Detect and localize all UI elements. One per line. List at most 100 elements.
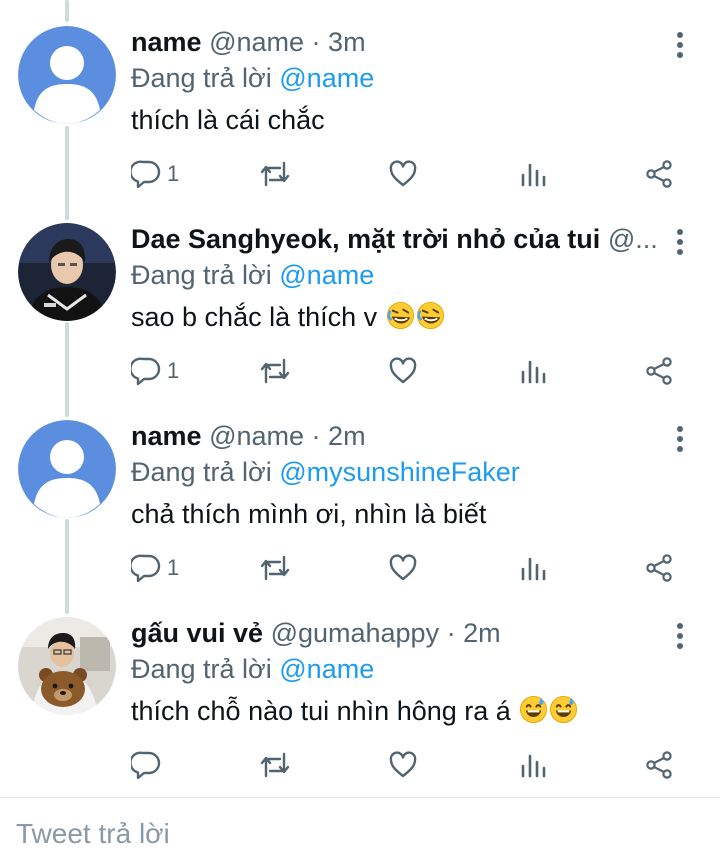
tweet-4[interactable]: gấu vui vẻ @gumahappy · 2m Đang trả lời … (0, 591, 720, 788)
tweet-text-line: sao b chắc là thích v (131, 297, 668, 337)
author-handle[interactable]: @name (209, 27, 304, 57)
share-icon (646, 751, 672, 779)
analytics-button[interactable] (518, 154, 548, 194)
replying-to: Đang trả lời @name (131, 257, 668, 293)
heart-icon (389, 554, 417, 581)
retweet-button[interactable] (258, 154, 292, 194)
more-vertical-icon[interactable] (668, 621, 692, 651)
share-icon (646, 357, 672, 385)
user-photo-icon (18, 617, 116, 715)
analytics-icon (521, 754, 546, 778)
tweet-header: name @name · 2m (131, 416, 668, 456)
rolling-laughing-emoji (416, 301, 444, 330)
replying-label: Đang trả lời (131, 63, 280, 93)
mention-link[interactable]: @name (279, 654, 374, 684)
tweet-text-line: thích chỗ nào tui nhìn hông ra á (131, 691, 668, 731)
replying-label: Đang trả lời (131, 654, 280, 684)
analytics-icon (521, 557, 546, 581)
reply-input[interactable]: Tweet trả lời (16, 818, 170, 850)
heart-icon (389, 160, 417, 187)
retweet-icon (260, 358, 290, 384)
tweet-header: Dae Sanghyeok, mặt trời nhỏ của tui @... (131, 219, 668, 259)
composer-divider (0, 797, 720, 798)
share-button[interactable] (644, 351, 674, 391)
separator: · (446, 618, 456, 648)
share-icon (646, 554, 672, 582)
sweat-smile-emoji (550, 695, 578, 724)
retweet-button[interactable] (258, 548, 292, 588)
default-avatar-icon (18, 420, 116, 518)
author-name[interactable]: name (131, 27, 202, 57)
mention-link[interactable]: @name (279, 260, 374, 290)
mention-link[interactable]: @name (279, 63, 374, 93)
tweet-content: Dae Sanghyeok, mặt trời nhỏ của tui @...… (131, 219, 668, 337)
photo-avatar-bear[interactable] (18, 617, 116, 715)
tweet-text: chả thích mình ơi, nhìn là biết (131, 499, 487, 529)
author-name[interactable]: Dae Sanghyeok, mặt trời nhỏ của tui (131, 224, 600, 254)
author-name[interactable]: gấu vui vẻ (131, 618, 263, 648)
tweet-1[interactable]: name @name · 3m Đang trả lời @name thích… (0, 0, 720, 197)
retweet-icon (260, 161, 290, 187)
timestamp[interactable]: 3m (328, 27, 366, 57)
author-name[interactable]: name (131, 421, 202, 451)
reply-icon (131, 751, 161, 780)
like-button[interactable] (388, 548, 418, 588)
replying-to: Đang trả lời @name (131, 60, 668, 96)
tweet-3[interactable]: name @name · 2m Đang trả lời @mysunshine… (0, 394, 720, 591)
more-vertical-icon[interactable] (668, 424, 692, 454)
mention-link[interactable]: @mysunshineFaker (279, 457, 520, 487)
tweet-actions: 1 (131, 351, 691, 391)
rolling-laughing-emoji (386, 301, 414, 330)
tweet-content: name @name · 2m Đang trả lời @mysunshine… (131, 416, 668, 534)
photo-avatar-gamer[interactable] (18, 223, 116, 321)
default-avatar[interactable] (18, 420, 116, 518)
reply-button[interactable]: 1 (131, 351, 179, 391)
reply-count: 1 (167, 161, 180, 186)
timestamp[interactable]: 2m (328, 421, 366, 451)
replying-to: Đang trả lời @name (131, 651, 668, 687)
replying-label: Đang trả lời (131, 260, 280, 290)
replying-to: Đang trả lời @mysunshineFaker (131, 454, 668, 490)
like-button[interactable] (388, 351, 418, 391)
reply-button[interactable]: 1 (131, 548, 179, 588)
reply-icon (131, 160, 161, 189)
more-vertical-icon[interactable] (668, 30, 692, 60)
tweet-actions: 1 (131, 548, 691, 588)
reply-count: 1 (167, 555, 180, 580)
author-handle[interactable]: @... (608, 224, 658, 254)
user-photo-icon (18, 223, 116, 321)
retweet-button[interactable] (258, 351, 292, 391)
tweet-text: thích chỗ nào tui nhìn hông ra á (131, 696, 511, 726)
reply-button[interactable] (131, 745, 167, 785)
share-button[interactable] (644, 745, 674, 785)
analytics-icon (521, 163, 546, 187)
like-button[interactable] (388, 745, 418, 785)
author-handle[interactable]: @name (209, 421, 304, 451)
analytics-button[interactable] (518, 745, 548, 785)
reply-button[interactable]: 1 (131, 154, 179, 194)
retweet-button[interactable] (258, 745, 292, 785)
reply-icon (131, 554, 161, 583)
reply-icon (131, 357, 161, 386)
default-avatar[interactable] (18, 26, 116, 124)
retweet-icon (260, 752, 290, 778)
tweet-text: sao b chắc là thích v (131, 302, 378, 332)
more-vertical-icon[interactable] (668, 227, 692, 257)
separator: · (311, 421, 321, 451)
share-button[interactable] (644, 154, 674, 194)
tweet-header: name @name · 3m (131, 22, 668, 62)
like-button[interactable] (388, 154, 418, 194)
tweet-text: thích là cái chắc (131, 105, 325, 135)
tweet-actions (131, 745, 691, 785)
tweet-2[interactable]: Dae Sanghyeok, mặt trời nhỏ của tui @...… (0, 197, 720, 394)
analytics-icon (521, 360, 546, 384)
analytics-button[interactable] (518, 351, 548, 391)
heart-icon (389, 751, 417, 778)
tweet-content: name @name · 3m Đang trả lời @name thích… (131, 22, 668, 140)
timestamp[interactable]: 2m (463, 618, 501, 648)
analytics-button[interactable] (518, 548, 548, 588)
author-handle[interactable]: @gumahappy (271, 618, 440, 648)
reply-count: 1 (167, 358, 180, 383)
share-button[interactable] (644, 548, 674, 588)
replying-label: Đang trả lời (131, 457, 280, 487)
